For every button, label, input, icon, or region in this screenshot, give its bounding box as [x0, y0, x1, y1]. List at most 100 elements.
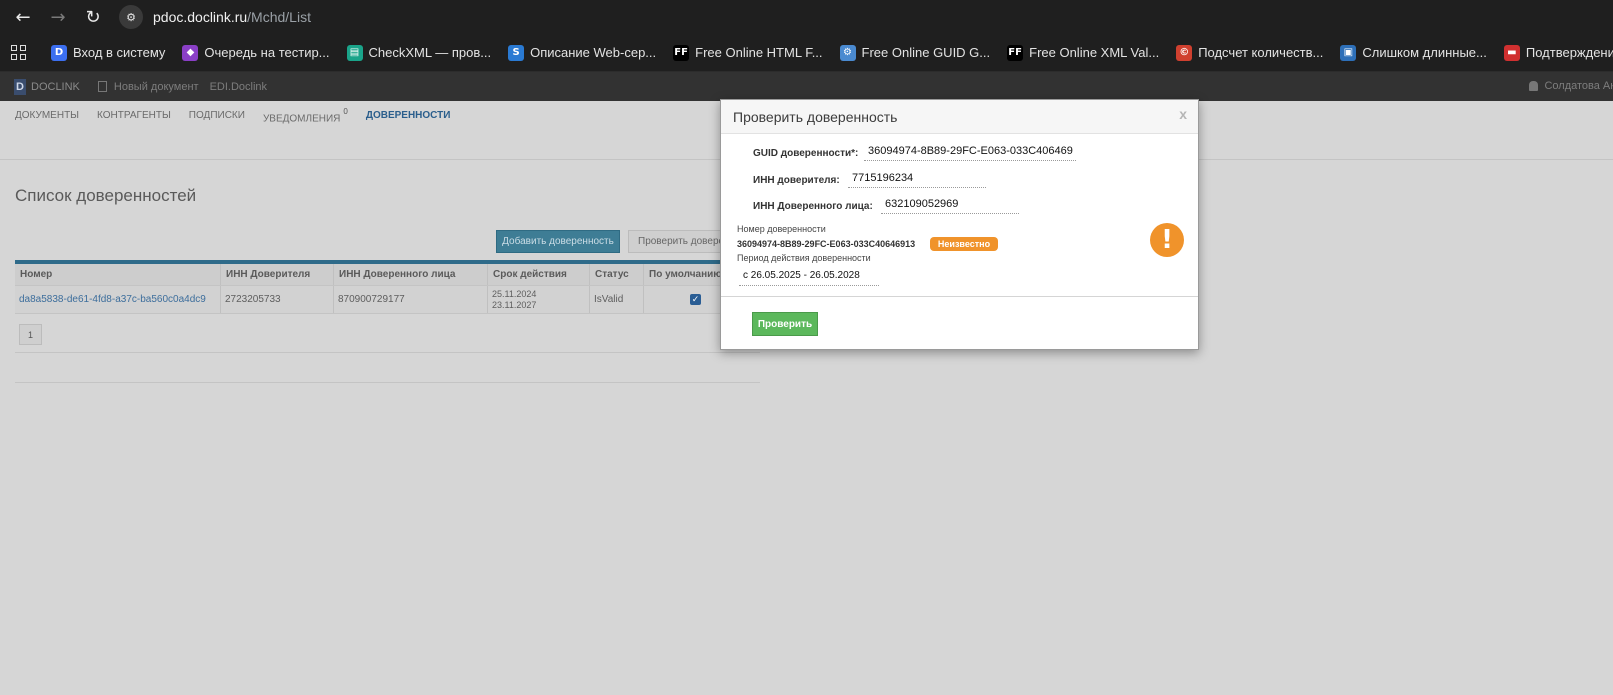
period-value: с 26.05.2025 - 26.05.2028: [739, 268, 879, 286]
reload-icon[interactable]: ↻: [80, 4, 106, 30]
verify-button[interactable]: Проверить: [752, 312, 818, 336]
bookmark-label: Вход в систему: [73, 45, 166, 60]
guid-label: GUID доверенности*:: [753, 148, 859, 159]
tab-documents[interactable]: ДОКУМЕНТЫ: [15, 110, 79, 159]
column-header-inn-trustee[interactable]: ИНН Доверенного лица: [334, 264, 488, 285]
tab-powers-of-attorney[interactable]: ДОВЕРЕННОСТИ: [366, 110, 451, 159]
tab-counterparties-label: КОНТРАГЕНТЫ: [97, 110, 171, 121]
divider: [15, 352, 760, 353]
pagination-page-1[interactable]: 1: [19, 324, 42, 345]
add-power-of-attorney-button[interactable]: Добавить доверенность: [496, 230, 620, 253]
bookmark-label: Free Online XML Val...: [1029, 45, 1160, 60]
forward-icon[interactable]: →: [45, 4, 71, 30]
column-header-inn-principal[interactable]: ИНН Доверителя: [221, 264, 334, 285]
bookmark-favicon-icon: D: [51, 44, 67, 61]
bookmark-favicon-icon: S: [508, 44, 525, 61]
status-badge: Неизвестно: [930, 237, 998, 251]
bookmark-label: Free Online GUID G...: [861, 45, 991, 60]
bookmark-favicon-icon: FF: [1007, 44, 1024, 61]
bookmark-item[interactable]: ◆ Очередь на тестир...: [182, 44, 330, 61]
warning-icon: !: [1150, 223, 1184, 257]
period-label: Период действия доверенности: [737, 253, 871, 263]
tab-notifications[interactable]: УВЕДОМЛЕНИЯ0: [262, 107, 348, 159]
apps-icon[interactable]: [11, 44, 26, 61]
user-icon: [1529, 81, 1539, 91]
guid-input[interactable]: 36094974-8B89-29FC-E063-033C406469: [864, 143, 1076, 161]
new-document-label: Новый документ: [113, 80, 199, 93]
bookmark-favicon-icon: ©: [1176, 44, 1193, 61]
column-header-number[interactable]: Номер: [15, 264, 221, 285]
bookmark-label: Слишком длинные...: [1362, 45, 1487, 60]
bookmark-item[interactable]: D Вход в систему: [51, 44, 166, 61]
tab-subscriptions[interactable]: ПОДПИСКИ: [189, 110, 245, 159]
inn-principal-label: ИНН доверителя:: [753, 175, 840, 186]
edi-link[interactable]: EDI.Doclink: [210, 81, 267, 93]
bookmark-item[interactable]: FF Free Online XML Val...: [1007, 44, 1160, 61]
logo-text[interactable]: DOCLINK: [31, 81, 80, 93]
bookmark-item[interactable]: ▬ Подтверждение по...: [1503, 44, 1613, 61]
bookmark-item[interactable]: ▤ CheckXML — пров...: [346, 44, 492, 61]
browser-toolbar: ← → ↻ ⚙ pdoc.doclink.ru/Mchd/List: [0, 0, 1613, 34]
bookmark-item[interactable]: ▣ Слишком длинные...: [1340, 44, 1487, 61]
check-power-of-attorney-button[interactable]: Проверить довере: [628, 230, 728, 253]
table-header-row: Номер ИНН Доверителя ИНН Доверенного лиц…: [15, 264, 760, 286]
bookmark-item[interactable]: FF Free Online HTML F...: [673, 44, 823, 61]
bookmarks-bar: D Вход в систему ◆ Очередь на тестир... ▤ Che…: [0, 34, 1613, 72]
user-menu[interactable]: Солдатова Анаст: [1529, 80, 1613, 92]
bookmark-favicon-icon: ⚙: [839, 44, 856, 61]
row-status: IsValid: [590, 286, 644, 313]
row-date-to: 23.11.2027: [492, 299, 537, 310]
row-number-link[interactable]: da8a5838-de61-4fd8-a37c-ba560c0a4dc9: [15, 286, 221, 313]
document-icon: [97, 81, 107, 92]
doclink-logo-icon[interactable]: D: [14, 78, 26, 95]
table-row[interactable]: da8a5838-de61-4fd8-a37c-ba560c0a4dc9 272…: [15, 286, 760, 314]
inn-principal-input[interactable]: 7715196234: [848, 170, 986, 188]
bookmark-label: CheckXML — пров...: [368, 45, 492, 60]
app-header: D DOCLINK Новый документ EDI.Doclink Сол…: [0, 72, 1613, 101]
bookmark-label: Подсчет количеств...: [1198, 45, 1324, 60]
number-value: 36094974-8B89-29FC-E063-033C40646913: [737, 239, 916, 249]
tab-documents-label: ДОКУМЕНТЫ: [15, 110, 80, 121]
site-settings-icon[interactable]: ⚙: [119, 5, 143, 29]
tab-counterparties[interactable]: КОНТРАГЕНТЫ: [97, 110, 171, 159]
bookmark-item[interactable]: S Описание Web-сер...: [508, 44, 657, 61]
dialog-divider: [721, 296, 1198, 297]
column-header-status[interactable]: Статус: [590, 264, 644, 285]
new-document-link[interactable]: Новый документ: [97, 80, 199, 93]
inn-trustee-input[interactable]: 632109052969: [881, 196, 1019, 214]
bookmark-favicon-icon: ◆: [182, 44, 199, 61]
row-inn-principal: 2723205733: [221, 286, 334, 313]
row-inn-trustee: 870900729177: [334, 286, 488, 313]
back-icon[interactable]: ←: [10, 4, 36, 30]
bookmark-favicon-icon: FF: [673, 44, 690, 61]
tab-notifications-label: УВЕДОМЛЕНИЯ: [262, 113, 341, 125]
column-header-validity[interactable]: Срок действия: [488, 264, 590, 285]
dialog-title: Проверить доверенность: [733, 109, 898, 125]
number-label: Номер доверенности: [737, 224, 826, 234]
page-title: Список доверенностей: [15, 186, 197, 205]
bookmark-label: Free Online HTML F...: [695, 45, 823, 60]
default-checkbox[interactable]: ✓: [690, 294, 701, 305]
bookmark-favicon-icon: ▬: [1503, 44, 1520, 61]
dialog-header: Проверить доверенность x: [721, 100, 1198, 134]
bookmark-label: Описание Web-сер...: [530, 45, 657, 60]
row-date-from: 25.11.2024: [492, 288, 537, 299]
user-name: Солдатова Анаст: [1544, 80, 1613, 92]
bookmark-item[interactable]: ⚙ Free Online GUID G...: [839, 44, 991, 61]
tab-powers-of-attorney-label: ДОВЕРЕННОСТИ: [365, 110, 451, 121]
bookmark-label: Подтверждение по...: [1525, 45, 1613, 60]
close-icon[interactable]: x: [1179, 106, 1187, 122]
bookmark-item[interactable]: © Подсчет количеств...: [1176, 44, 1324, 61]
row-validity: 25.11.2024 23.11.2027: [488, 286, 590, 313]
bookmark-favicon-icon: ▤: [346, 44, 363, 61]
url-host: pdoc.doclink.ru: [153, 9, 248, 25]
tab-subscriptions-label: ПОДПИСКИ: [188, 110, 245, 121]
divider: [15, 382, 760, 383]
bookmark-favicon-icon: ▣: [1340, 44, 1357, 61]
bookmark-label: Очередь на тестир...: [204, 45, 330, 60]
notifications-count-badge: 0: [343, 107, 348, 116]
check-power-of-attorney-dialog: Проверить доверенность x GUID довереннос…: [720, 99, 1199, 350]
powers-of-attorney-table: Номер ИНН Доверителя ИНН Доверенного лиц…: [15, 260, 760, 314]
inn-trustee-label: ИНН Доверенного лица:: [753, 201, 873, 212]
address-bar[interactable]: ⚙ pdoc.doclink.ru/Mchd/List: [119, 5, 311, 29]
